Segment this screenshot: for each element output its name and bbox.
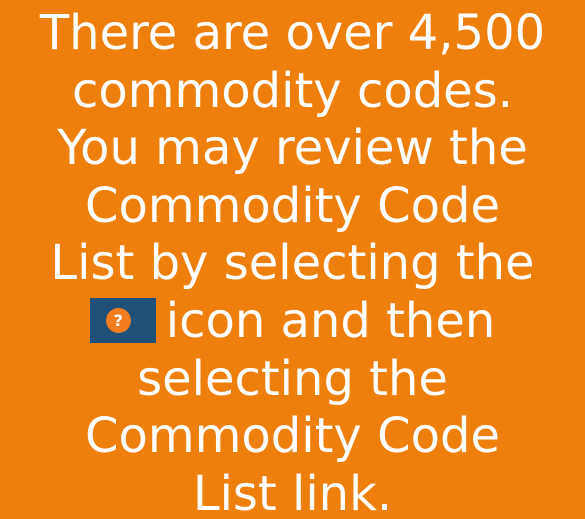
tooltip-line-4: Commodity Code bbox=[85, 177, 500, 234]
tooltip-line-7: selecting the bbox=[137, 350, 448, 407]
help-question-icon-glyph: ? bbox=[105, 307, 131, 333]
tooltip-line-8: Commodity Code bbox=[85, 408, 500, 465]
help-question-icon: ? bbox=[89, 297, 156, 343]
commodity-code-help-tooltip: There are over 4,500 commodity codes. Yo… bbox=[0, 0, 585, 519]
tooltip-line-6-text: icon and then bbox=[165, 292, 496, 349]
tooltip-line-2: commodity codes. bbox=[72, 62, 513, 119]
tooltip-line-3: You may review the bbox=[57, 120, 528, 177]
tooltip-line-5: List by selecting the bbox=[50, 235, 535, 292]
tooltip-line-9: List link. bbox=[192, 465, 393, 519]
tooltip-line-6: ? icon and then bbox=[4, 293, 581, 351]
tooltip-line-1: There are over 4,500 bbox=[39, 5, 546, 61]
